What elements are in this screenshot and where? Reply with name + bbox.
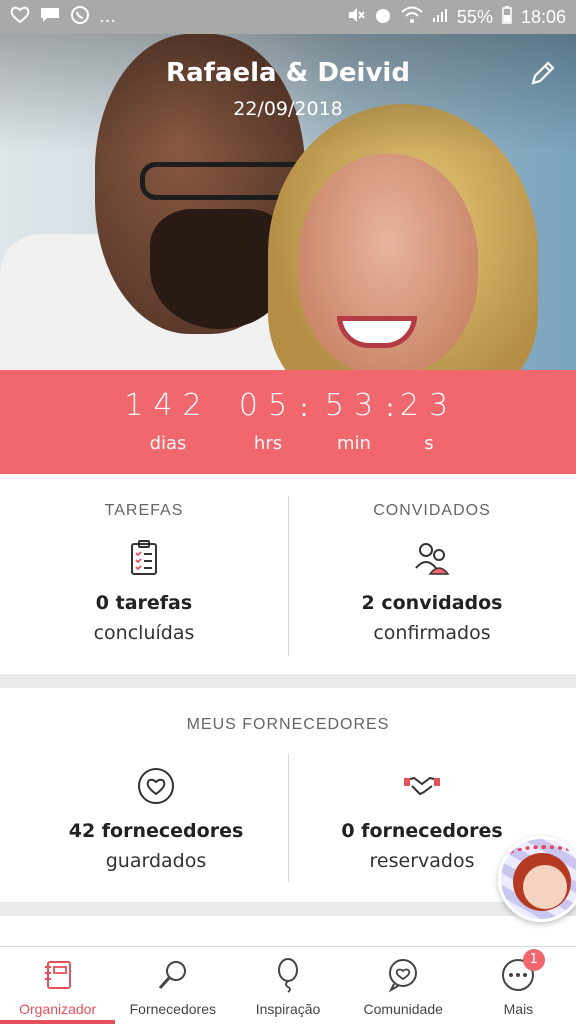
tasks-title: TAREFAS bbox=[104, 502, 184, 519]
search-icon bbox=[155, 957, 191, 993]
bottom-nav: Organizador Fornecedores Inspiração Comu… bbox=[0, 946, 576, 1024]
nav-organizador[interactable]: Organizador bbox=[0, 947, 116, 1024]
avatar-face bbox=[523, 865, 567, 909]
more-dots-icon: … bbox=[99, 7, 116, 27]
countdown-hours: 05 hrs bbox=[228, 388, 308, 454]
couple-names: Rafaela & Deivid bbox=[166, 58, 410, 88]
nav-mais-label: Mais bbox=[503, 1001, 534, 1017]
wifi-icon bbox=[401, 6, 423, 29]
chat-heart-icon bbox=[385, 957, 421, 993]
status-bar: … 55% 18:06 bbox=[0, 0, 576, 34]
signal-icon bbox=[432, 7, 448, 28]
saved-vendors-sub: guardados bbox=[105, 850, 207, 872]
countdown-seconds-label: s bbox=[424, 433, 434, 454]
guests-sub: confirmados bbox=[373, 622, 491, 644]
balloon-icon bbox=[270, 957, 306, 993]
handshake-icon bbox=[402, 766, 442, 806]
vendors-card: MEUS FORNECEDORES 42 fornecedores guarda… bbox=[0, 688, 576, 902]
guests-summary[interactable]: CONVIDADOS 2 convidados confirmados bbox=[288, 474, 576, 674]
tasks-summary[interactable]: TAREFAS 0 tarefas concluídas bbox=[0, 474, 288, 674]
wedding-date: 22/09/2018 bbox=[233, 98, 343, 120]
nav-inspiracao[interactable]: Inspiração bbox=[230, 947, 345, 1024]
nav-comunidade-label: Comunidade bbox=[363, 1001, 443, 1017]
countdown-minutes-label: min bbox=[337, 433, 371, 454]
alarm-icon bbox=[374, 6, 392, 29]
countdown-minutes: 53 min bbox=[314, 388, 394, 454]
countdown-hours-label: hrs bbox=[253, 433, 283, 454]
countdown-hours-value: 05 bbox=[238, 388, 298, 423]
countdown-days-label: dias bbox=[149, 433, 187, 454]
next-card-peek bbox=[0, 916, 576, 946]
guests-title: CONVIDADOS bbox=[373, 502, 491, 519]
guests-count: 2 convidados bbox=[361, 592, 503, 614]
nav-inspiracao-label: Inspiração bbox=[255, 1001, 321, 1017]
nav-organizador-label: Organizador bbox=[19, 1001, 97, 1017]
couple-people-icon bbox=[412, 538, 452, 578]
mute-icon bbox=[347, 6, 365, 29]
notification-badge: 1 bbox=[522, 949, 545, 971]
countdown-seconds: 23 s bbox=[398, 388, 460, 454]
nav-comunidade[interactable]: Comunidade bbox=[346, 947, 461, 1024]
nav-mais[interactable]: 1 Mais bbox=[461, 947, 576, 1024]
avatar-veil bbox=[509, 845, 576, 867]
countdown-separator: : bbox=[386, 394, 395, 422]
saved-vendors-count: 42 fornecedores bbox=[68, 820, 244, 842]
status-time: 18:06 bbox=[520, 6, 566, 27]
notebook-icon bbox=[40, 957, 76, 993]
tasks-sub: concluídas bbox=[93, 622, 195, 644]
heart-outline-icon bbox=[10, 6, 30, 29]
stats-card: TAREFAS 0 tarefas concluídas CONVIDADOS … bbox=[0, 474, 576, 674]
tasks-count: 0 tarefas bbox=[95, 592, 193, 614]
countdown-days: 142 dias bbox=[118, 388, 218, 454]
vendors-title: MEUS FORNECEDORES bbox=[186, 716, 390, 733]
battery-icon bbox=[502, 5, 512, 29]
status-left-icons: … bbox=[10, 5, 116, 30]
countdown-separator: : bbox=[300, 394, 309, 422]
chat-bubble-icon bbox=[39, 6, 61, 29]
pencil-icon[interactable] bbox=[528, 58, 558, 88]
whatsapp-icon bbox=[70, 5, 90, 30]
countdown-minutes-value: 53 bbox=[324, 388, 384, 423]
countdown-seconds-value: 23 bbox=[399, 388, 459, 423]
status-right-icons: 55% 18:06 bbox=[347, 5, 566, 29]
countdown-days-value: 142 bbox=[124, 388, 212, 423]
heart-circle-icon bbox=[136, 766, 176, 806]
battery-percent: 55% bbox=[456, 6, 493, 27]
nav-fornecedores-label: Fornecedores bbox=[129, 1001, 216, 1017]
nav-fornecedores[interactable]: Fornecedores bbox=[115, 947, 230, 1024]
assistant-avatar-button[interactable] bbox=[498, 836, 576, 922]
saved-vendors[interactable]: 42 fornecedores guardados bbox=[12, 766, 300, 872]
clipboard-checklist-icon bbox=[124, 538, 164, 578]
wedding-countdown: 142 dias 05 hrs : 53 min : 23 s bbox=[0, 370, 576, 474]
